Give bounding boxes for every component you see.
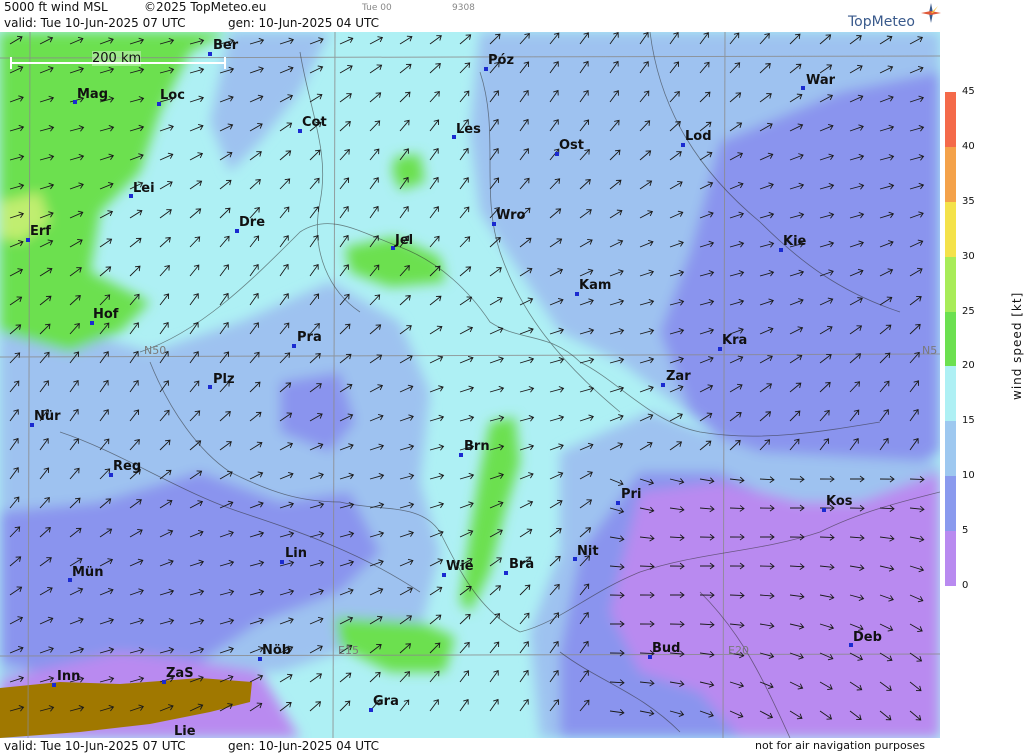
colorbar-tick-label: 40 (962, 140, 975, 152)
compass-logo-icon (921, 3, 941, 23)
city-label[interactable]: War (806, 73, 835, 88)
city-label[interactable]: Inn (57, 669, 80, 684)
city-label[interactable]: Pra (297, 330, 322, 345)
city-label[interactable]: Nöb (262, 643, 291, 658)
city-label[interactable]: Pri (621, 487, 641, 502)
city-label[interactable]: Lei (133, 181, 155, 196)
colorbar-tick-label: 35 (962, 195, 975, 207)
city-label[interactable]: Erf (30, 224, 51, 239)
footer-valid-time: valid: Tue 10-Jun-2025 07 UTC (4, 739, 186, 753)
colorbar-tick-label: 5 (962, 525, 969, 537)
colorbar-band (945, 256, 956, 312)
city-marker (280, 560, 284, 564)
colorbar-tick-label: 25 (962, 305, 975, 317)
city-label[interactable]: Cot (302, 115, 327, 130)
colorbar-band (945, 366, 956, 422)
city-marker (208, 52, 212, 56)
footer-generation-time: gen: 10-Jun-2025 04 UTC (228, 739, 380, 753)
city-label[interactable]: Lod (685, 129, 712, 144)
colorbar-band (945, 421, 956, 477)
city-label[interactable]: Nit (577, 544, 599, 559)
city-label[interactable]: Brn (464, 439, 490, 454)
city-marker (52, 683, 56, 687)
city-label[interactable]: Ost (559, 138, 584, 153)
scale-bar-tick-left (10, 57, 12, 69)
city-label[interactable]: Plz (213, 372, 235, 387)
lon-label-e15: E15 (338, 644, 359, 657)
legend-title: wind speed [kt] (1010, 291, 1024, 400)
colorbar-tick-label: 20 (962, 360, 975, 372)
colorbar-band (945, 531, 956, 586)
city-marker (504, 571, 508, 575)
city-label[interactable]: Lin (285, 546, 307, 561)
lat-label-n50: N50 (144, 344, 167, 357)
scale-bar-label: 200 km (92, 51, 142, 66)
city-label[interactable]: Bra (509, 557, 534, 572)
city-label[interactable]: Wie (446, 559, 474, 574)
city-marker (292, 344, 296, 348)
city-label[interactable]: Kra (722, 333, 747, 348)
city-label[interactable]: Zar (666, 369, 691, 384)
footer-bar: valid: Tue 10-Jun-2025 07 UTC gen: 10-Ju… (0, 738, 940, 754)
colorbar-tick-label: 0 (962, 580, 969, 591)
city-label[interactable]: Kie (783, 234, 806, 249)
city-label[interactable]: Reg (113, 459, 141, 474)
colorbar-tick-label: 45 (962, 86, 975, 97)
colorbar-tick-label: 10 (962, 470, 975, 482)
scale-bar-tick-right (224, 57, 226, 69)
city-label[interactable]: Kam (579, 278, 611, 293)
city-label[interactable]: Wro (496, 208, 525, 223)
lat-label-n5: N5 (922, 344, 938, 357)
city-label[interactable]: Loc (160, 88, 185, 103)
topmeteo-logo[interactable]: TopMeteo (848, 14, 915, 30)
city-marker (661, 383, 665, 387)
copyright-text: ©2025 TopMeteo.eu (144, 0, 267, 14)
city-label[interactable]: ZaS (166, 666, 194, 681)
colorbar-band (945, 92, 956, 147)
city-marker (208, 385, 212, 389)
city-label[interactable]: Lie (174, 724, 196, 739)
run-label: Tue 00 (362, 3, 392, 13)
scale-bar: 200 km (10, 51, 226, 69)
product-title: 5000 ft wind MSL (4, 0, 108, 14)
colorbar-tick-label: 15 (962, 415, 975, 427)
city-label[interactable]: Póz (488, 53, 514, 68)
city-label[interactable]: Mag (77, 87, 108, 102)
colorbar-tick-label: 30 (962, 250, 975, 262)
city-label[interactable]: Jel (395, 233, 413, 248)
city-label[interactable]: Hof (93, 307, 118, 322)
city-label[interactable]: Dre (239, 215, 265, 230)
city-label[interactable]: Deb (853, 630, 882, 645)
colorbar-band (945, 146, 956, 202)
colorbar-band (945, 476, 956, 532)
city-label[interactable]: Kos (826, 494, 853, 509)
city-label[interactable]: Bud (652, 641, 680, 656)
city-marker (616, 501, 620, 505)
city-label[interactable]: Mün (72, 565, 103, 580)
colorbar-band (945, 311, 956, 367)
run-code: 9308 (452, 3, 475, 13)
city-label[interactable]: Ber (213, 38, 238, 53)
city-label[interactable]: Gra (373, 694, 399, 709)
valid-time: valid: Tue 10-Jun-2025 07 UTC (4, 16, 186, 30)
wind-map[interactable] (0, 32, 940, 738)
city-marker (459, 453, 463, 457)
footer-disclaimer: not for air navigation purposes (755, 739, 925, 752)
colorbar-band (945, 201, 956, 257)
city-label[interactable]: Nür (34, 409, 61, 424)
lon-label-e20: E20 (728, 644, 749, 657)
generation-time: gen: 10-Jun-2025 04 UTC (228, 16, 380, 30)
city-label[interactable]: Les (456, 122, 481, 137)
city-marker (801, 86, 805, 90)
